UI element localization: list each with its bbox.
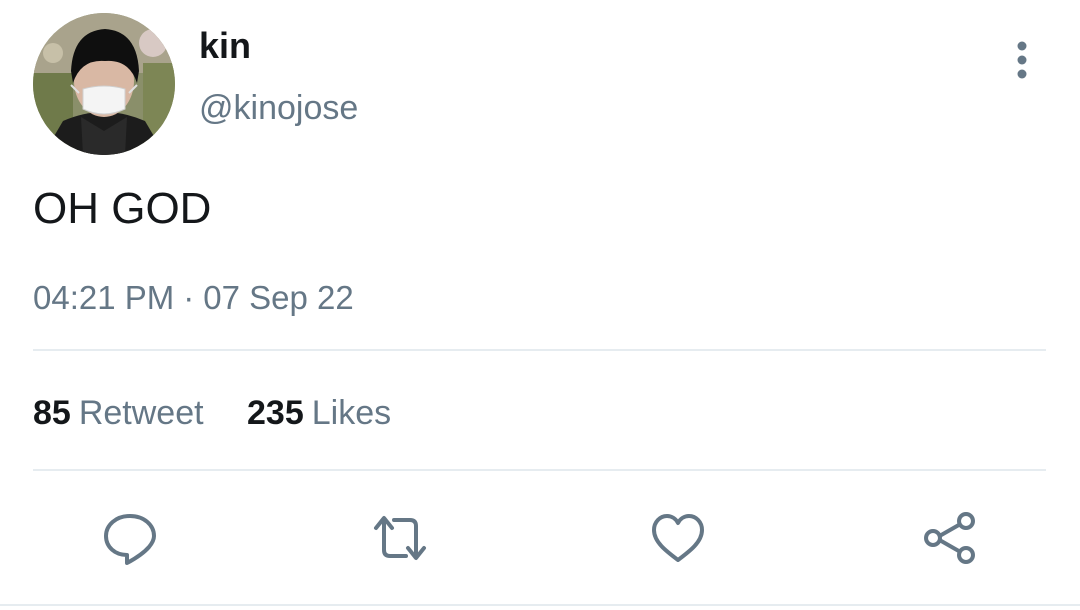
vertical-ellipsis-icon[interactable] — [1008, 40, 1036, 80]
share-button[interactable] — [922, 510, 978, 566]
tweet-timestamp[interactable]: 04:21 PM · 07 Sep 22 — [33, 278, 354, 318]
like-button[interactable] — [650, 510, 706, 566]
reply-button[interactable] — [102, 510, 158, 566]
tweet-time: 04:21 PM — [33, 279, 175, 316]
speech-bubble-icon — [104, 514, 156, 565]
likes-label: Likes — [311, 394, 392, 432]
retweet-count: 85 — [33, 394, 71, 432]
tweet-card: kin @kinojose OH GOD 04:21 PM · 07 Sep 22 … — [0, 0, 1080, 610]
heart-icon — [652, 514, 704, 562]
user-handle[interactable]: @kinojose — [199, 88, 358, 128]
tweet-date: 07 Sep 22 — [203, 279, 354, 316]
retweet-stat[interactable]: 85 Retweet — [33, 393, 204, 433]
likes-stat[interactable]: 235 Likes — [247, 393, 391, 433]
divider — [33, 469, 1046, 471]
avatar[interactable] — [33, 13, 175, 155]
retweet-button[interactable] — [372, 510, 428, 566]
likes-count: 235 — [247, 394, 304, 432]
tweet-stats: 85 Retweet 235 Likes — [33, 393, 391, 433]
display-name[interactable]: kin — [199, 26, 251, 66]
timestamp-separator: · — [183, 279, 195, 316]
retweet-arrows-icon — [374, 516, 426, 560]
profile-photo — [33, 13, 175, 155]
retweet-label: Retweet — [78, 394, 204, 432]
bottom-divider — [0, 604, 1080, 606]
divider — [33, 349, 1046, 351]
share-nodes-icon — [924, 512, 975, 564]
tweet-text: OH GOD — [33, 184, 212, 233]
